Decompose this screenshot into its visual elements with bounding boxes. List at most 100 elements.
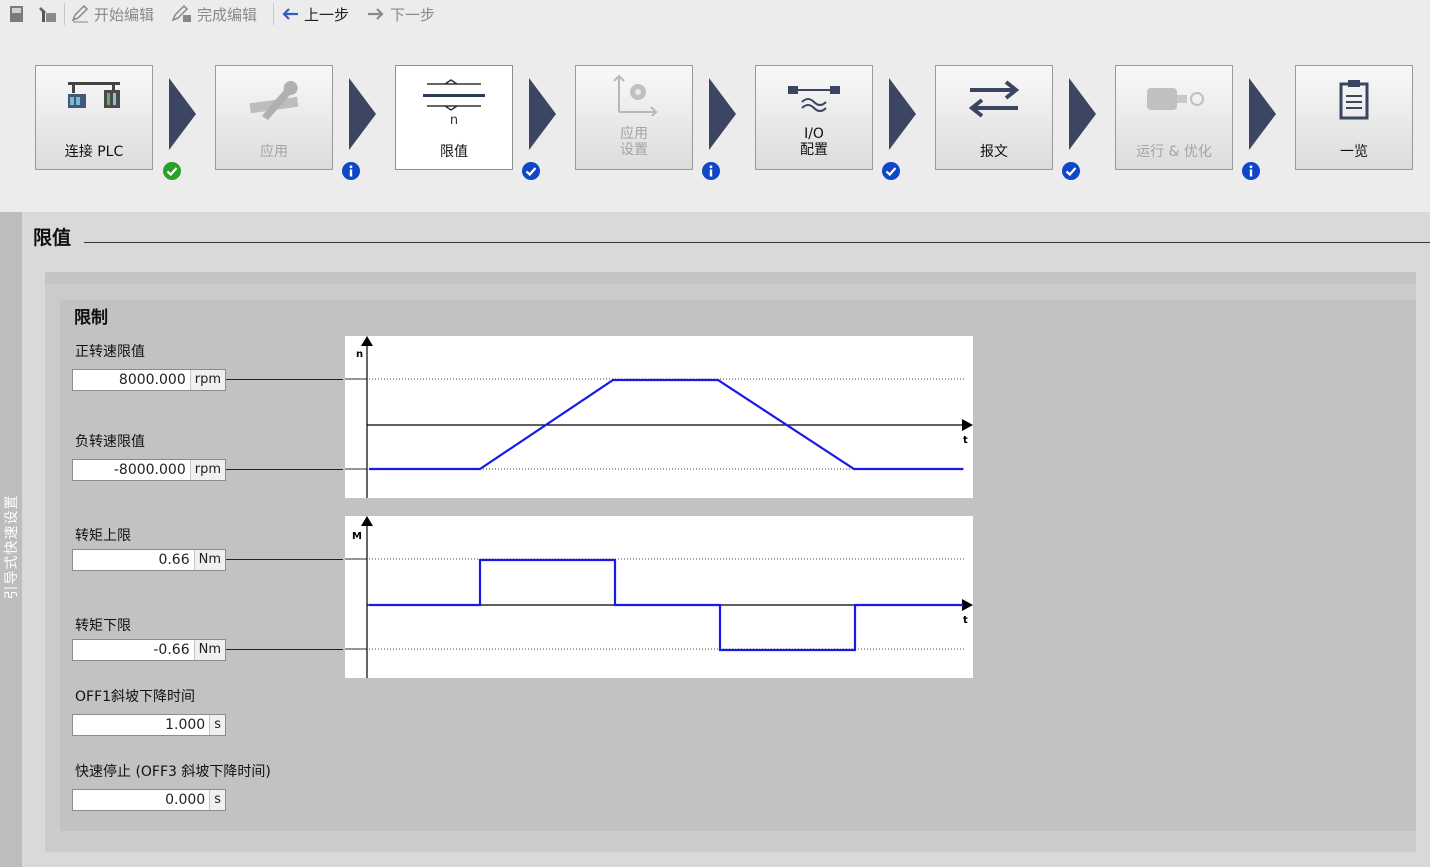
- step-connect-plc[interactable]: 连接 PLC: [35, 65, 153, 170]
- motor-optimize-icon: [1147, 88, 1204, 110]
- off1-ramp-value[interactable]: 1.000: [73, 715, 209, 735]
- previous-step-label: 上一步: [304, 5, 350, 24]
- step-arrow-3: [529, 78, 556, 150]
- sidebar-label: 引导式快速设置: [4, 494, 20, 600]
- pos-speed-limit-label: 正转速限值: [75, 344, 145, 360]
- device-tools-icon[interactable]: [38, 4, 58, 24]
- torque-profile-svg: M t: [345, 516, 973, 678]
- torque-limit-diagram: M t: [345, 516, 973, 678]
- pencil-icon: [71, 5, 89, 23]
- off1-ramp-unit: s: [209, 715, 225, 735]
- neg-speed-leader-line: [226, 469, 343, 470]
- step-arrow-7: [1249, 78, 1276, 150]
- ok-check-icon: [163, 162, 181, 180]
- check-icon: [882, 162, 900, 180]
- speed-y-label: n: [356, 349, 363, 360]
- pos-speed-limit-value[interactable]: 8000.000: [73, 370, 190, 390]
- torque-y-axis-arrow: [361, 516, 373, 526]
- step-application-settings-line2: 设置: [620, 142, 648, 158]
- step-io-config[interactable]: I/O 配置: [755, 65, 873, 170]
- toolbar: 开始编辑 完成编辑 上一步 下一步: [0, 0, 1430, 28]
- step-arrow-1: [169, 78, 196, 150]
- limits-icon: n: [423, 79, 485, 128]
- off1-ramp-field[interactable]: 1.000 s: [72, 714, 226, 736]
- finish-edit-label: 完成编辑: [197, 5, 258, 24]
- speed-x-axis-arrow: [962, 419, 973, 431]
- pos-speed-limit-unit: rpm: [189, 370, 225, 390]
- off1-ramp-label: OFF1斜坡下降时间: [75, 689, 196, 705]
- speed-limit-diagram: n t: [345, 336, 973, 498]
- step-application-settings[interactable]: 应用 设置: [575, 65, 693, 170]
- finish-edit-button[interactable]: 完成编辑: [171, 4, 257, 24]
- pos-speed-leader-line: [226, 379, 343, 380]
- clipboard-icon: [1339, 80, 1369, 120]
- neg-speed-limit-value[interactable]: -8000.000: [73, 460, 190, 480]
- torque-lower-leader-line: [226, 649, 343, 650]
- step-application[interactable]: 应用: [215, 65, 333, 170]
- step-telegram[interactable]: 报文: [935, 65, 1053, 170]
- limits-panel: 限制 正转速限值 8000.000 rpm 负转速限值 -8000.000 rp…: [45, 272, 1416, 852]
- torque-lower-limit-value[interactable]: -0.66: [73, 640, 194, 660]
- section-title: 限制: [74, 308, 108, 328]
- info-icon: [702, 162, 720, 180]
- step-io-config-line2: 配置: [800, 142, 828, 158]
- save-project-icon[interactable]: [9, 4, 25, 24]
- torque-y-label: M: [352, 531, 362, 542]
- step-summary[interactable]: 一览: [1295, 65, 1413, 170]
- off3-ramp-unit: s: [209, 790, 225, 810]
- previous-step-button[interactable]: 上一步: [280, 4, 349, 24]
- off3-ramp-value[interactable]: 0.000: [73, 790, 209, 810]
- pencil-lock-icon: [171, 5, 191, 22]
- step-telegram-label: 报文: [980, 144, 1008, 160]
- pos-speed-limit-field[interactable]: 8000.000 rpm: [72, 369, 226, 391]
- step-io-config-line1: I/O: [804, 126, 824, 142]
- telegram-arrows-icon: [968, 80, 1020, 118]
- step-io-config-label: I/O 配置: [756, 126, 872, 158]
- torque-lower-limit-label: 转矩下限: [75, 618, 131, 634]
- next-step-button[interactable]: 下一步: [366, 4, 435, 24]
- step-application-label: 应用: [260, 144, 288, 160]
- info-icon: [342, 162, 360, 180]
- start-edit-button[interactable]: 开始编辑: [70, 4, 154, 24]
- torque-upper-limit-field[interactable]: 0.66 Nm: [72, 549, 226, 571]
- page-title: 限值: [33, 227, 72, 249]
- neg-speed-limit-unit: rpm: [189, 460, 225, 480]
- torque-x-axis-arrow: [962, 599, 973, 611]
- step-application-settings-line1: 应用: [620, 126, 648, 142]
- step-arrow-6: [1069, 78, 1096, 150]
- application-settings-icon: [613, 74, 658, 116]
- torque-curve: [369, 558, 963, 652]
- plc-connection-icon: [68, 82, 120, 108]
- svg-text:n: n: [450, 113, 458, 128]
- step-connect-plc-label: 连接 PLC: [64, 144, 124, 160]
- speed-y-axis-arrow: [361, 336, 373, 346]
- neg-speed-limit-field[interactable]: -8000.000 rpm: [72, 459, 226, 481]
- neg-speed-limit-label: 负转速限值: [75, 434, 145, 450]
- torque-x-label: t: [963, 615, 968, 626]
- step-commissioning[interactable]: 运行 & 优化: [1115, 65, 1233, 170]
- step-commissioning-label: 运行 & 优化: [1136, 144, 1212, 160]
- torque-upper-limit-label: 转矩上限: [75, 528, 131, 544]
- torque-lower-limit-field[interactable]: -0.66 Nm: [72, 639, 226, 661]
- info-icon: [1242, 162, 1260, 180]
- step-summary-label: 一览: [1340, 144, 1368, 160]
- torque-lower-limit-unit: Nm: [193, 640, 225, 660]
- main-content: 限值 限制 正转速限值 8000.000 rpm 负转速限值 -8000.000…: [22, 212, 1430, 867]
- off3-ramp-field[interactable]: 0.000 s: [72, 789, 226, 811]
- guided-setup-sidebar[interactable]: 引导式快速设置: [0, 212, 22, 867]
- speed-x-label: t: [963, 435, 968, 446]
- next-step-label: 下一步: [390, 5, 436, 24]
- off3-ramp-label: 快速停止 (OFF3 斜坡下降时间): [75, 764, 271, 780]
- step-arrow-2: [349, 78, 376, 150]
- check-icon: [522, 162, 540, 180]
- step-arrow-4: [709, 78, 736, 150]
- step-limits-label: 限值: [440, 144, 468, 160]
- start-edit-label: 开始编辑: [94, 5, 155, 24]
- torque-upper-limit-value[interactable]: 0.66: [73, 550, 194, 570]
- torque-upper-leader-line: [226, 559, 343, 560]
- io-config-icon: [788, 86, 840, 112]
- wrench-ruler-icon: [249, 81, 299, 120]
- step-arrow-5: [889, 78, 916, 150]
- step-application-settings-label: 应用 设置: [576, 126, 692, 158]
- step-limits[interactable]: n 限值: [395, 65, 513, 170]
